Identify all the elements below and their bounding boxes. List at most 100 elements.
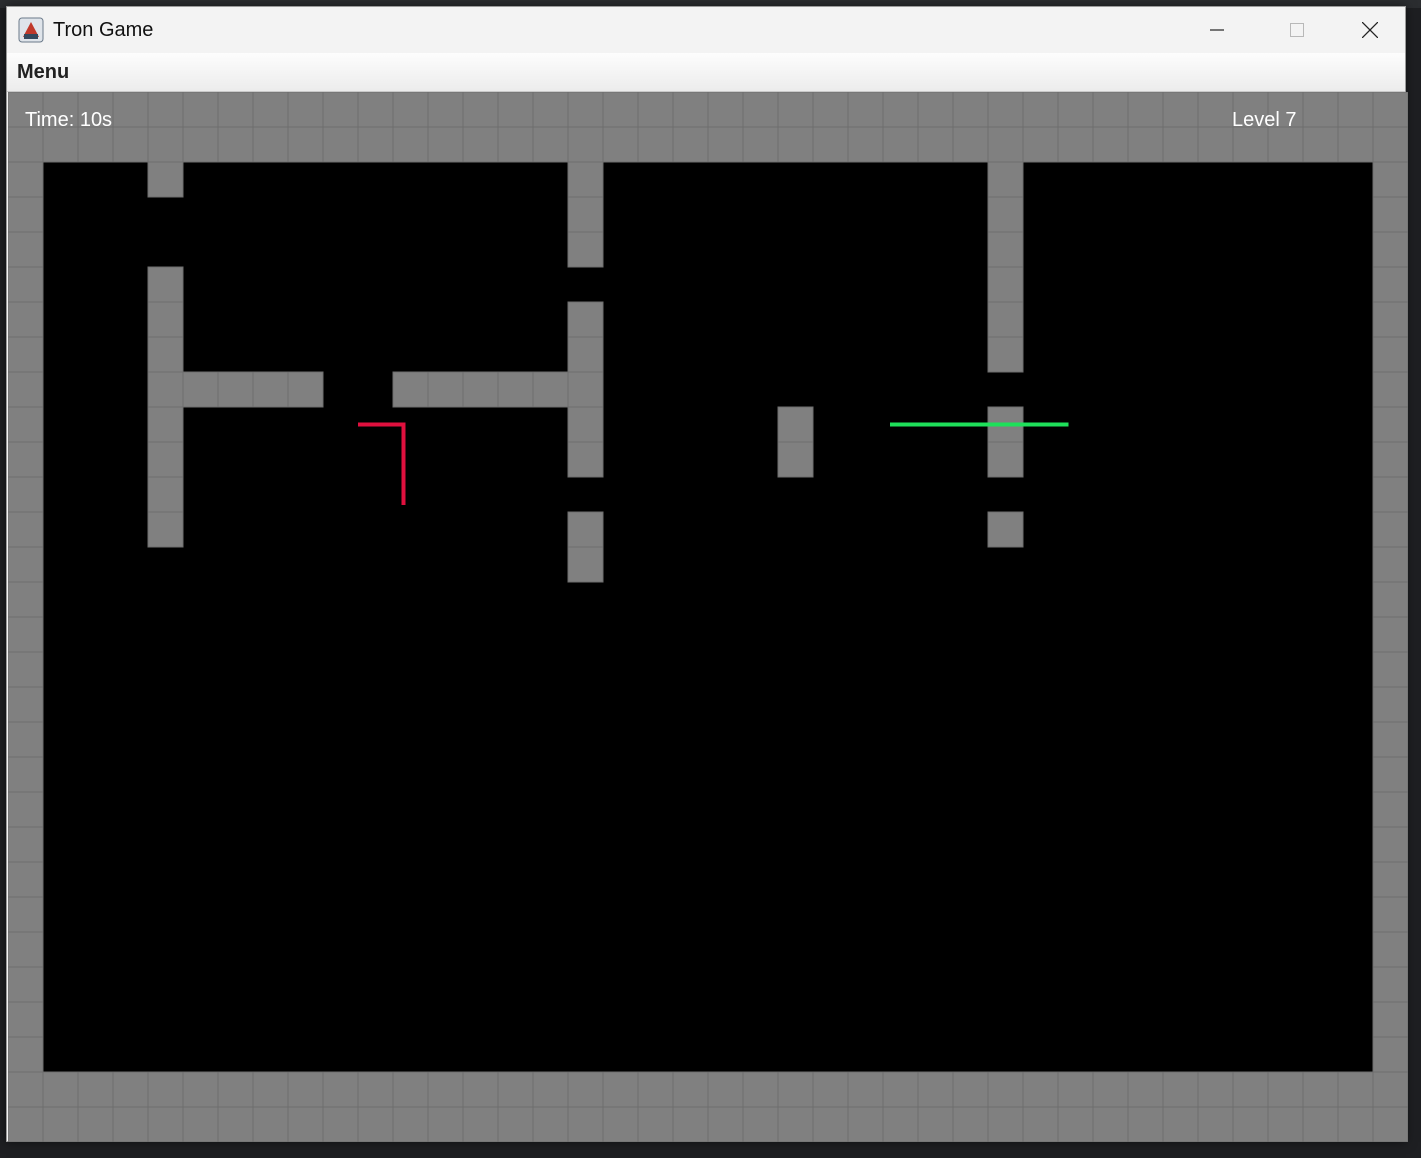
wall-cell — [987, 301, 1024, 338]
maximize-button[interactable] — [1261, 7, 1333, 53]
border-wall-cell — [882, 1071, 919, 1108]
border-wall-cell — [1372, 1106, 1408, 1142]
wall-cell — [567, 371, 604, 408]
game-board[interactable]: Time: 10s Level 7 — [8, 92, 1408, 1142]
wall-cell — [987, 266, 1024, 303]
border-wall-cell — [917, 126, 954, 163]
border-wall-cell — [427, 1071, 464, 1108]
border-wall-cell — [1127, 126, 1164, 163]
border-wall-cell — [1337, 1071, 1374, 1108]
border-wall-cell — [8, 371, 44, 408]
border-wall-cell — [112, 92, 149, 128]
border-wall-cell — [182, 1071, 219, 1108]
border-wall-cell — [1022, 126, 1059, 163]
border-wall-cell — [8, 231, 44, 268]
border-wall-cell — [532, 1071, 569, 1108]
wall-cell — [217, 371, 254, 408]
border-wall-cell — [672, 1106, 709, 1142]
border-wall-cell — [672, 1071, 709, 1108]
border-wall-cell — [637, 126, 674, 163]
wall-cell — [427, 371, 464, 408]
border-wall-cell — [8, 756, 44, 793]
close-button[interactable] — [1334, 7, 1406, 53]
border-wall-cell — [1162, 126, 1199, 163]
game-canvas[interactable] — [8, 92, 1408, 1142]
border-wall-cell — [567, 126, 604, 163]
border-wall-cell — [8, 616, 44, 653]
border-wall-cell — [217, 1071, 254, 1108]
border-wall-cell — [952, 92, 989, 128]
border-wall-cell — [217, 1106, 254, 1142]
border-wall-cell — [672, 92, 709, 128]
border-wall-cell — [812, 92, 849, 128]
wall-cell — [567, 196, 604, 233]
border-wall-cell — [1372, 266, 1408, 303]
border-wall-cell — [287, 126, 324, 163]
border-wall-cell — [917, 1106, 954, 1142]
border-wall-cell — [567, 92, 604, 128]
border-wall-cell — [322, 126, 359, 163]
border-wall-cell — [1302, 1071, 1339, 1108]
border-wall-cell — [1372, 161, 1408, 198]
border-wall-cell — [987, 1071, 1024, 1108]
border-wall-cell — [252, 1106, 289, 1142]
border-wall-cell — [1372, 126, 1408, 163]
wall-cell — [287, 371, 324, 408]
border-wall-cell — [8, 406, 44, 443]
border-wall-cell — [1267, 126, 1304, 163]
menu-item-menu[interactable]: Menu — [17, 61, 69, 84]
border-wall-cell — [427, 126, 464, 163]
border-wall-cell — [1372, 721, 1408, 758]
border-wall-cell — [8, 1106, 44, 1142]
border-wall-cell — [882, 92, 919, 128]
border-wall-cell — [1372, 336, 1408, 373]
border-wall-cell — [147, 1071, 184, 1108]
border-wall-cell — [1372, 476, 1408, 513]
border-wall-cell — [742, 1106, 779, 1142]
border-wall-cell — [532, 92, 569, 128]
title-bar[interactable]: Tron Game — [7, 7, 1405, 53]
wall-cell — [392, 371, 429, 408]
wall-cell — [987, 161, 1024, 198]
wall-cell — [567, 161, 604, 198]
border-wall-cell — [567, 1106, 604, 1142]
border-wall-cell — [1372, 406, 1408, 443]
border-wall-cell — [287, 92, 324, 128]
border-wall-cell — [8, 721, 44, 758]
border-wall-cell — [1197, 1071, 1234, 1108]
border-wall-cell — [322, 92, 359, 128]
border-wall-cell — [672, 126, 709, 163]
border-wall-cell — [8, 791, 44, 828]
border-wall-cell — [742, 92, 779, 128]
border-wall-cell — [1197, 126, 1234, 163]
border-wall-cell — [497, 1071, 534, 1108]
border-wall-cell — [532, 1106, 569, 1142]
border-wall-cell — [147, 92, 184, 128]
border-wall-cell — [952, 1106, 989, 1142]
border-wall-cell — [252, 1071, 289, 1108]
border-wall-cell — [77, 1106, 114, 1142]
border-wall-cell — [1057, 126, 1094, 163]
minimize-button[interactable] — [1181, 7, 1253, 53]
border-wall-cell — [357, 126, 394, 163]
border-wall-cell — [917, 1071, 954, 1108]
border-wall-cell — [1337, 92, 1374, 128]
border-wall-cell — [497, 92, 534, 128]
wall-cell — [567, 441, 604, 478]
border-wall-cell — [1372, 861, 1408, 898]
wall-cell — [567, 406, 604, 443]
border-wall-cell — [1372, 1036, 1408, 1073]
border-wall-cell — [847, 1106, 884, 1142]
border-wall-cell — [1372, 651, 1408, 688]
wall-cell — [567, 511, 604, 548]
border-wall-cell — [1372, 441, 1408, 478]
border-wall-cell — [742, 126, 779, 163]
border-wall-cell — [1372, 581, 1408, 618]
border-wall-cell — [1302, 126, 1339, 163]
wall-cell — [567, 546, 604, 583]
border-wall-cell — [1372, 1071, 1408, 1108]
wall-cell — [147, 476, 184, 513]
border-wall-cell — [357, 1071, 394, 1108]
border-wall-cell — [1302, 92, 1339, 128]
wall-cell — [147, 441, 184, 478]
